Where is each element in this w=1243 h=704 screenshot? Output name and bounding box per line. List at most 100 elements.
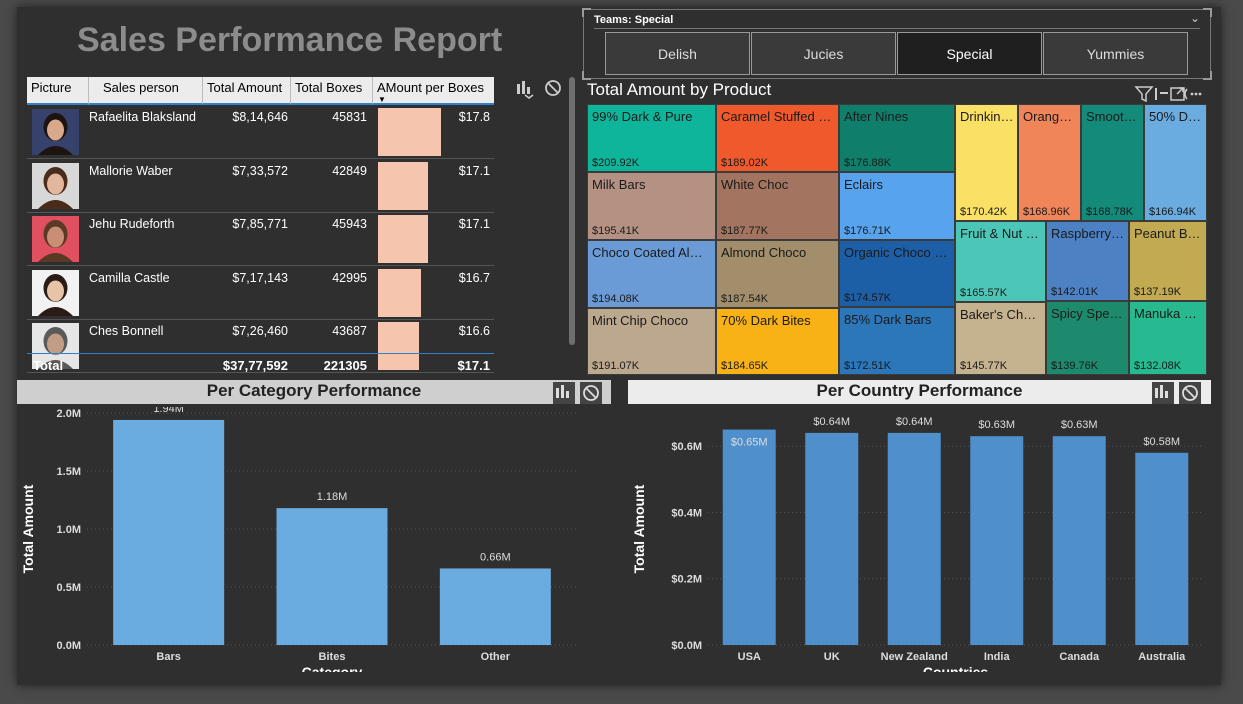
tile-label: Spicy Spe… [1051,306,1123,321]
table-row[interactable]: Rafaelita Blaksland $8,14,646 45831 $17.… [27,105,494,159]
treemap-tile[interactable]: White Choc $187.77K [716,172,839,240]
y-tick-label: 0.0M [57,640,81,652]
avatar [32,216,79,263]
tile-label: Choco Coated Alm… [592,245,712,260]
treemap-tile[interactable]: Raspberry… $142.01K [1046,221,1129,301]
x-tick-label: India [984,651,1011,663]
report-title: Sales Performance Report [77,21,503,59]
treemap-tile[interactable]: 85% Dark Bars $172.51K [839,307,955,375]
treemap-tile[interactable]: Spicy Spe… $139.76K [1046,301,1129,375]
more-options-icon[interactable] [1181,83,1203,105]
chevron-down-icon[interactable]: ⌄ [1190,11,1200,25]
total-label: Total [33,358,64,373]
data-label: $0.63M [978,419,1015,431]
resize-handle[interactable] [1203,8,1212,17]
data-bar [378,215,428,264]
data-bar [378,161,428,210]
treemap-tile[interactable]: Almond Choco $187.54K [716,240,839,308]
treemap-tile[interactable]: Fruit & Nut … $165.57K [955,221,1046,302]
bar [276,508,388,645]
treemap-tile[interactable]: After Nines $176.88K [839,104,955,172]
tile-value: $170.42K [960,206,1008,218]
y-tick-label: 1.5M [57,466,81,478]
tile-label: Almond Choco [721,245,807,260]
treemap-tile[interactable]: Smoot… $168.78K [1081,104,1144,221]
category-panel-header: Per Category Performance [17,380,611,404]
x-tick-label: UK [824,651,840,663]
tile-label: After Nines [844,109,909,124]
total-amount-cell: $8,14,646 [232,110,288,124]
y-tick-label: $0.6M [671,441,702,453]
x-axis-title: Category [302,664,363,672]
treemap-title: Total Amount by Product [587,80,772,99]
tile-value: $176.71K [844,225,892,237]
resize-handle[interactable] [582,8,591,17]
tile-label: Raspberry… [1051,226,1124,241]
no-filter-icon[interactable] [542,77,564,99]
teams-slicer[interactable]: Teams: Special ⌄ Delish Jucies Special Y… [582,8,1212,80]
tile-value: $209.92K [592,157,640,169]
total-per-box: $17.1 [457,358,490,373]
column-header-total-boxes[interactable]: Total Boxes [291,77,373,105]
treemap-tile[interactable]: Choco Coated Alm… $194.08K [587,240,716,308]
tile-label: Smoot… [1086,109,1137,124]
bar [1052,436,1106,645]
no-filter-icon[interactable] [1179,382,1201,404]
tile-value: $132.08K [1134,360,1182,372]
drill-icon[interactable] [514,78,536,100]
total-boxes-cell: 42849 [332,163,367,178]
report-canvas: Sales Performance Report Teams: Special … [17,7,1221,685]
category-chart-title: Per Category Performance [206,381,422,400]
drill-icon[interactable] [553,382,575,404]
slicer-option-jucies[interactable]: Jucies [751,32,896,75]
avatar [32,162,79,209]
resize-handle[interactable] [582,71,591,80]
treemap-tile[interactable]: Baker's Cho… $145.77K [955,302,1046,375]
treemap-tile[interactable]: 50% D… $166.94K [1144,104,1207,221]
slicer-option-delish[interactable]: Delish [605,32,750,75]
data-label: $0.63M [1061,419,1098,431]
treemap-tile[interactable]: 70% Dark Bites $184.65K [716,308,839,375]
treemap-tile[interactable]: Organic Choco … $174.57K [839,240,955,307]
drill-icon[interactable] [1152,382,1174,404]
table-scrollbar[interactable] [569,77,575,345]
resize-handle[interactable] [1203,71,1212,80]
total-boxes-cell: 42995 [332,270,367,285]
total-boxes-cell: 43687 [332,324,367,339]
column-header-label: AMount per Boxes [377,80,484,95]
column-header-total-amount[interactable]: Total Amount [203,77,291,105]
table-total-row: Total $37,77,592 221305 $17.1 [27,353,494,373]
sales-person-name: Camilla Castle [89,270,170,285]
sales-person-name: Rafaelita Blaksland [89,110,197,124]
treemap-tile[interactable]: Orang… $168.96K [1018,104,1081,221]
no-filter-icon[interactable] [580,382,602,404]
table-row[interactable]: Jehu Rudeforth $7,85,771 45943 $17.1 [27,212,494,267]
column-header-picture[interactable]: Picture [27,77,89,105]
treemap-tile[interactable]: Caramel Stuffed … $189.02K [716,104,839,172]
table-row[interactable]: Camilla Castle $7,17,143 42995 $16.7 [27,266,494,320]
sales-person-name: Mallorie Waber [89,163,173,178]
treemap-tile[interactable]: Manuka … $132.08K [1129,301,1207,375]
treemap-tile[interactable]: Peanut B… $137.19K [1129,221,1207,301]
treemap-tile[interactable]: Drinkin… $170.42K [955,104,1018,221]
x-axis-title: Countries [923,664,989,672]
table-row[interactable]: Mallorie Waber $7,33,572 42849 $17.1 [27,159,494,213]
sales-person-name: Ches Bonnell [89,324,164,339]
treemap-tile[interactable]: Eclairs $176.71K [839,172,955,240]
column-header-amount-per-boxes[interactable]: AMount per Boxes ▼ [373,77,494,105]
treemap-tile[interactable]: Milk Bars $195.41K [587,172,716,240]
per-box-cell: $17.1 [458,163,490,178]
tile-label: Eclairs [844,177,884,192]
x-tick-label: Bites [319,651,346,663]
tile-value: $174.57K [844,292,892,304]
tile-value: $142.01K [1051,286,1099,298]
slicer-option-yummies[interactable]: Yummies [1043,32,1188,75]
treemap-tile[interactable]: Mint Chip Choco $191.07K [587,308,716,375]
column-header-sales-person[interactable]: Sales person [89,77,203,105]
tile-value: $195.41K [592,225,640,237]
total-boxes: 221305 [323,358,367,373]
tile-value: $172.51K [844,360,892,372]
treemap-tile[interactable]: 99% Dark & Pure $209.92K [587,104,716,172]
slicer-option-special[interactable]: Special [897,32,1042,75]
data-bar [378,268,421,317]
